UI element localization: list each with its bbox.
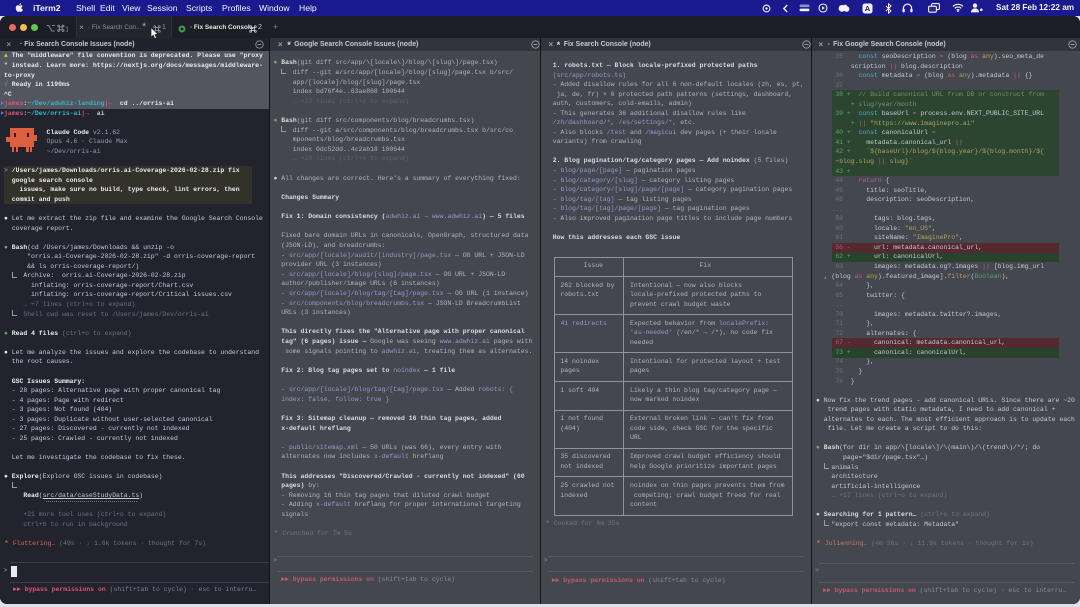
svg-text:1: 1 bbox=[65, 24, 68, 32]
svg-text:A: A bbox=[865, 4, 871, 13]
